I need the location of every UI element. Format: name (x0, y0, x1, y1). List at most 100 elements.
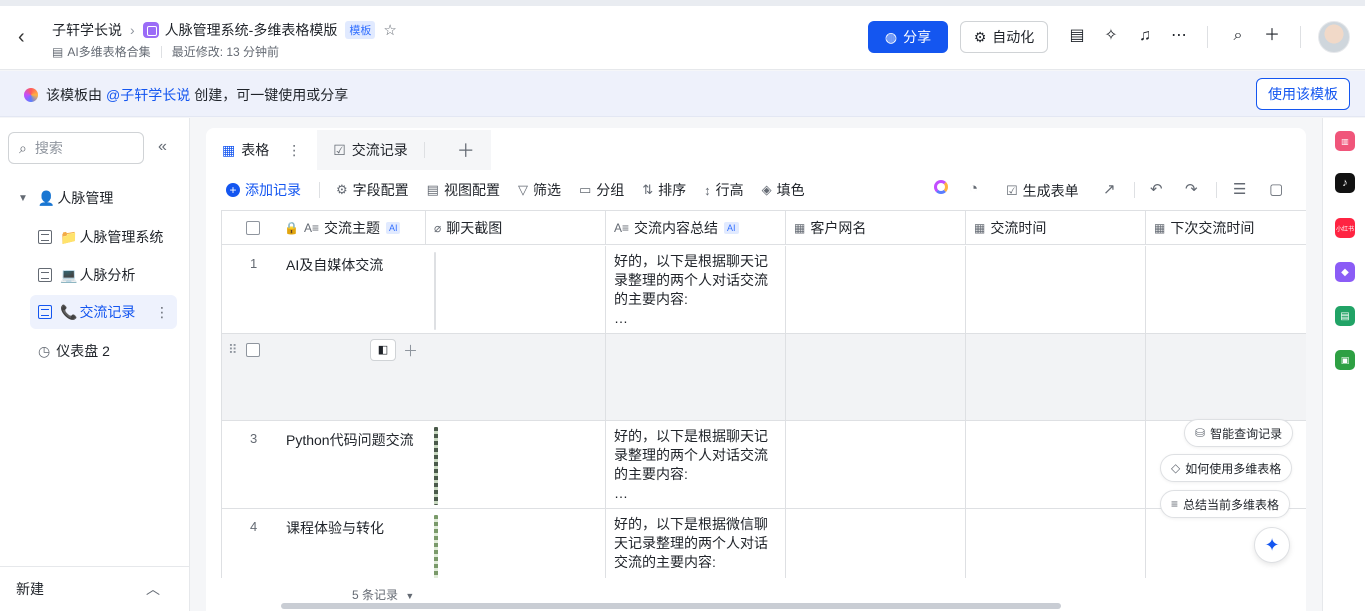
search-icon[interactable]: ⌕ (1228, 26, 1248, 46)
client-name-cell[interactable] (786, 509, 966, 578)
share-view-icon[interactable]: ↗ (1103, 180, 1116, 198)
fill-color-button[interactable]: ◈ 填色 (762, 180, 805, 200)
doc-title[interactable]: 人脉管理系统-多维表格模版 (165, 20, 338, 40)
redo-icon[interactable]: ↷ (1185, 180, 1198, 198)
client-name-cell[interactable] (786, 421, 966, 509)
record-count[interactable]: 5 条记录 ▼ (352, 586, 414, 603)
how-to-use-button[interactable]: ◇ 如何使用多维表格 (1160, 454, 1293, 482)
generate-form-button[interactable]: ☑ 生成表单 (1006, 181, 1079, 201)
search-input[interactable]: ⌕ 搜索 (8, 132, 144, 164)
plugin-icon[interactable]: ✧ (1101, 26, 1121, 46)
screenshot-cell[interactable] (426, 509, 606, 578)
screenshot-thumbnail[interactable] (434, 252, 436, 330)
topic-cell[interactable]: AI及自媒体交流 (278, 248, 391, 283)
table-row[interactable]: 1 AI及自媒体交流 好的，以下是根据聊天记录整理的两个人对话交流的主要内容: … (222, 246, 1306, 334)
table-row[interactable]: 4 课程体验与转化 好的，以下是根据微信聊天记录整理的两个人对话交流的主要内容: (222, 509, 1306, 578)
more-vertical-icon[interactable]: ⋮ (287, 142, 301, 159)
table-row[interactable]: 3 Python代码问题交流 好的，以下是根据聊天记录整理的两个人对话交流的主要… (222, 421, 1306, 509)
next-time-cell[interactable] (1146, 334, 1306, 421)
summary-cell[interactable]: 好的，以下是根据微信聊天记录整理的两个人对话交流的主要内容: (606, 509, 786, 578)
column-label: 交流主题 (323, 220, 380, 236)
green-app-icon[interactable]: ▣ (1335, 350, 1355, 370)
sidebar-item-contacts-system[interactable]: 📁 人脉管理系统 (30, 220, 177, 254)
column-header-summary[interactable]: A≡ 交流内容总结 AI (606, 211, 786, 245)
row-checkbox[interactable] (246, 343, 260, 357)
star-icon[interactable]: ☆ (383, 21, 396, 39)
screenshot-cell[interactable] (426, 334, 606, 421)
avatar[interactable] (1318, 21, 1350, 53)
time-cell[interactable] (966, 334, 1146, 421)
purple-app-icon[interactable]: ◆ (1335, 262, 1355, 282)
row-height-button[interactable]: ↕ 行高 (704, 180, 744, 200)
automation-button[interactable]: ⚙ 自动化 (960, 21, 1048, 53)
tab-label: 交流记录 (351, 142, 408, 158)
collection-link[interactable]: AI多维表格合集 (67, 43, 150, 60)
tree-root[interactable]: ▼ 👤 人脉管理 (18, 188, 113, 208)
sort-button[interactable]: ⇅ 排序 (642, 180, 686, 200)
select-all-checkbox[interactable] (246, 221, 260, 235)
topic-cell[interactable]: 课程体验与转化 (278, 511, 392, 546)
tiktok-icon[interactable]: ♪ (1335, 173, 1355, 193)
back-arrow-icon[interactable]: ‹ (18, 26, 40, 48)
more-vertical-icon[interactable]: ⋮ (155, 304, 169, 321)
group-button[interactable]: ▭ 分组 (579, 180, 624, 200)
tab-communication-log[interactable]: ☑ 交流记录 (317, 130, 441, 170)
history-icon[interactable]: ◔ (969, 180, 978, 197)
column-header-topic[interactable]: 🔒 A≡ 交流主题 AI (222, 211, 426, 245)
column-header-screenshot[interactable]: ⌀ 聊天截图 (426, 211, 606, 245)
collapse-sidebar-icon[interactable]: « (158, 138, 167, 156)
screenshot-cell[interactable] (426, 246, 606, 334)
workspace-link[interactable]: 子轩学长说 (52, 20, 122, 40)
column-header-next-time[interactable]: ▦ 下次交流时间 (1146, 211, 1306, 245)
client-name-cell[interactable] (786, 334, 966, 421)
add-view-button[interactable]: ＋ (440, 130, 491, 170)
summarize-table-button[interactable]: ≡ 总结当前多维表格 (1160, 490, 1291, 518)
doc-info-icon[interactable]: ▤ (1067, 26, 1087, 46)
horizontal-scrollbar[interactable] (281, 603, 1061, 609)
use-template-button[interactable]: 使用该模板 (1256, 78, 1350, 110)
ai-assistant-sparkle-icon[interactable]: ✦ (1254, 527, 1290, 563)
sidebar-item-dashboard[interactable]: ◷ 仪表盘 2 (30, 334, 177, 368)
ai-ring-icon[interactable] (934, 180, 948, 198)
plus-icon[interactable]: ＋ (403, 340, 418, 361)
caret-down-icon[interactable]: ▼ (18, 193, 28, 204)
filter-button[interactable]: ▽ 筛选 (518, 180, 561, 200)
calendar-app-icon[interactable]: ▤ (1335, 306, 1355, 326)
summary-cell[interactable]: 好的，以下是根据聊天记录整理的两个人对话交流的主要内容: … (606, 246, 786, 334)
next-time-cell[interactable] (1146, 246, 1306, 334)
column-label: 聊天截图 (446, 220, 503, 236)
client-name-cell[interactable] (786, 246, 966, 334)
sidebar-item-contacts-analysis[interactable]: 💻 人脉分析 (30, 258, 177, 292)
author-link[interactable]: @子轩学长说 (106, 85, 190, 105)
screenshot-thumbnail[interactable] (434, 515, 438, 578)
new-button[interactable]: 新建 ︿ (0, 566, 190, 611)
expand-record-icon[interactable]: ◧ (370, 339, 396, 361)
more-icon[interactable]: ⋯ (1169, 26, 1189, 46)
bell-icon[interactable]: ♫ (1135, 26, 1155, 46)
tab-table[interactable]: ▦ 表格 ⋮ (206, 130, 318, 170)
share-button[interactable]: ◍ 分享 (868, 21, 948, 53)
view-config-button[interactable]: ▤ 视图配置 (427, 180, 500, 200)
summary-cell[interactable]: 好的，以下是根据聊天记录整理的两个人对话交流的主要内容: … (606, 421, 786, 509)
xiaohongshu-icon[interactable]: 小红书 (1335, 218, 1355, 238)
screenshot-thumbnail[interactable] (434, 427, 438, 505)
add-record-button[interactable]: + 添加记录 (226, 180, 301, 200)
screenshot-cell[interactable] (426, 421, 606, 509)
time-cell[interactable] (966, 509, 1146, 578)
sidebar-item-communication-log[interactable]: 📞 交流记录 ⋮ (30, 295, 177, 329)
time-cell[interactable] (966, 246, 1146, 334)
time-cell[interactable] (966, 421, 1146, 509)
search-records-icon[interactable]: ☰ (1233, 180, 1246, 198)
field-config-button[interactable]: ⚙ 字段配置 (336, 180, 409, 200)
column-header-time[interactable]: ▦ 交流时间 (966, 211, 1146, 245)
topic-cell[interactable]: Python代码问题交流 (278, 423, 422, 458)
plus-icon[interactable]: ＋ (1262, 26, 1282, 46)
table-row[interactable]: ⠿ ◧ ＋ (222, 334, 1306, 421)
column-header-client-name[interactable]: ▦ 客户网名 (786, 211, 966, 245)
live-stream-app-icon[interactable]: ▥ (1335, 131, 1355, 151)
drag-handle-icon[interactable]: ⠿ (228, 342, 238, 358)
summary-cell[interactable] (606, 334, 786, 421)
comment-icon[interactable]: ▢ (1269, 180, 1283, 198)
smart-query-button[interactable]: ⛁ 智能查询记录 (1184, 419, 1294, 447)
undo-icon[interactable]: ↶ (1150, 180, 1163, 198)
